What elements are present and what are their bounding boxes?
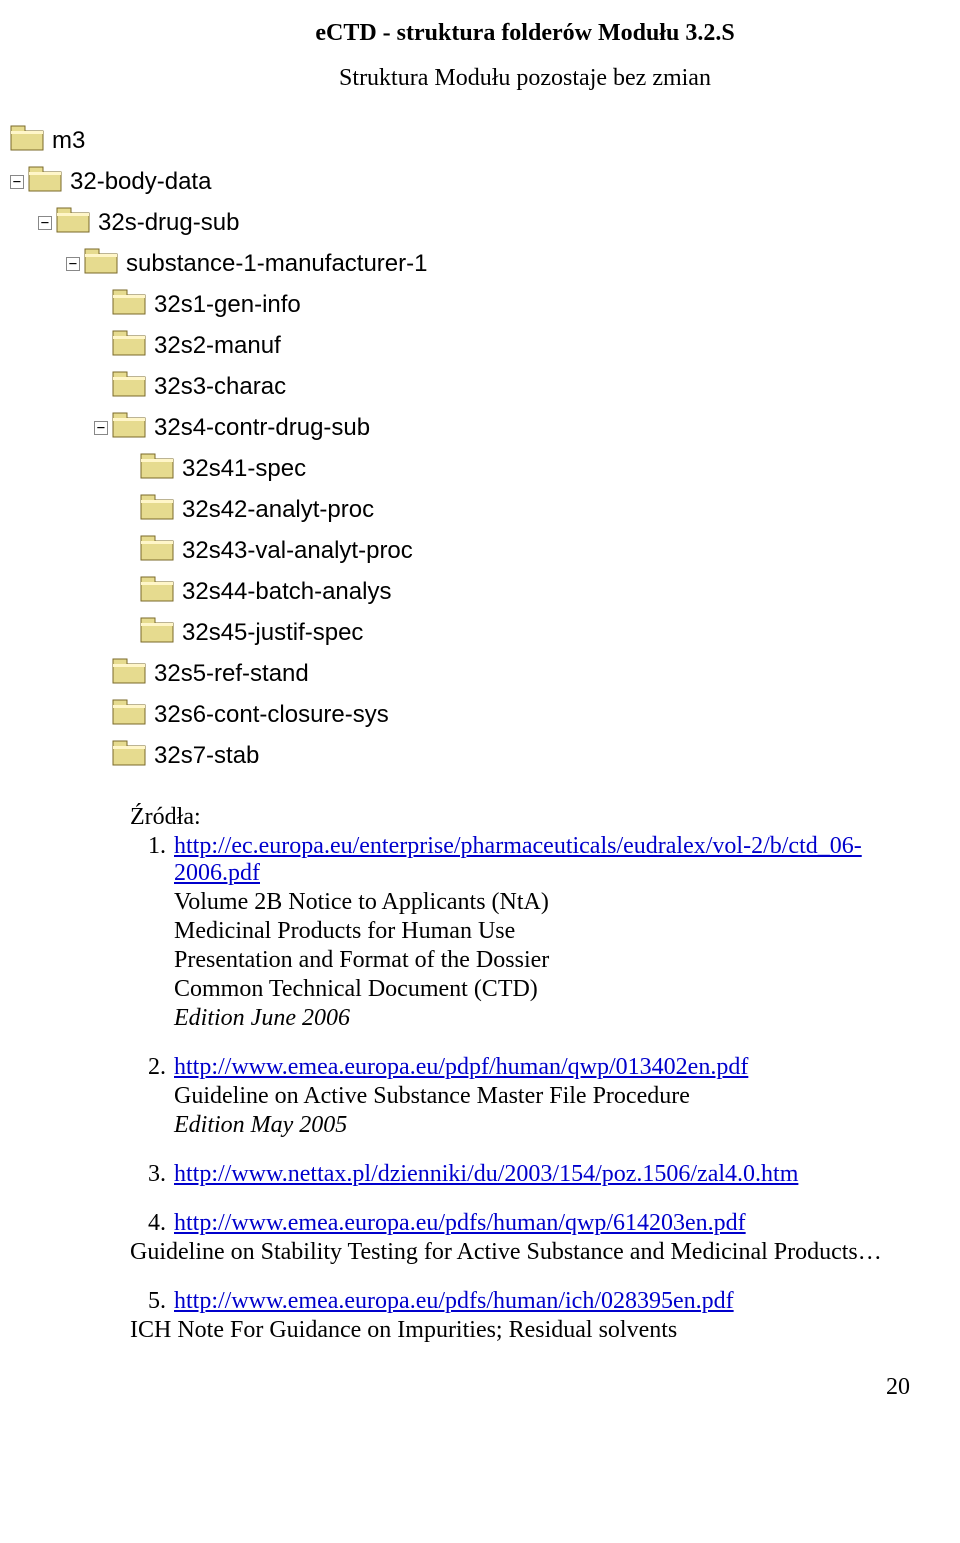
folder-icon <box>28 164 70 199</box>
reference-text: Medicinal Products for Human Use <box>174 918 920 945</box>
folder-tree: m3 − 32-body-data − 32s-drug-sub − substance-1… <box>0 120 530 776</box>
sources-heading: Źródła: <box>130 804 920 831</box>
tree-node: 32s44-batch-analys <box>10 571 530 612</box>
folder-icon <box>112 328 154 363</box>
tree-node: 32s42-analyt-proc <box>10 489 530 530</box>
tree-node-label: 32s5-ref-stand <box>154 660 309 688</box>
page-title: eCTD - struktura folderów Modułu 3.2.S <box>130 20 920 47</box>
folder-icon <box>140 615 182 650</box>
tree-node: − 32s4-contr-drug-sub <box>10 407 530 448</box>
tree-node-label: 32s2-manuf <box>154 332 281 360</box>
tree-node-label: 32s45-justif-spec <box>182 619 363 647</box>
folder-icon <box>112 697 154 732</box>
tree-node: 32s7-stab <box>10 735 530 776</box>
tree-node-label: 32s7-stab <box>154 742 259 770</box>
reference-link[interactable]: http://www.emea.europa.eu/pdfs/human/ich… <box>174 1288 734 1314</box>
tree-node: 32s1-gen-info <box>10 284 530 325</box>
reference-number: 1. <box>130 833 174 887</box>
folder-icon <box>112 410 154 445</box>
folder-icon <box>140 574 182 609</box>
tree-node-label: 32s6-cont-closure-sys <box>154 701 389 729</box>
tree-node: 32s41-spec <box>10 448 530 489</box>
reference-number: 2. <box>130 1054 174 1081</box>
tree-node: m3 <box>10 120 530 161</box>
page-subtitle: Struktura Modułu pozostaje bez zmian <box>130 65 920 92</box>
page-number: 20 <box>130 1374 920 1401</box>
reference-link[interactable]: http://www.emea.europa.eu/pdfs/human/qwp… <box>174 1210 746 1236</box>
tree-node-label: 32s41-spec <box>182 455 306 483</box>
tree-node: − substance-1-manufacturer-1 <box>10 243 530 284</box>
folder-icon <box>56 205 98 240</box>
tree-node-label: 32s-drug-sub <box>98 209 239 237</box>
folder-icon <box>10 123 52 158</box>
reference-description: Guideline on Stability Testing for Activ… <box>130 1239 920 1266</box>
reference-description: ICH Note For Guidance on Impurities; Res… <box>130 1317 920 1344</box>
tree-node: 32s45-justif-spec <box>10 612 530 653</box>
folder-icon <box>112 369 154 404</box>
reference-text: Volume 2B Notice to Applicants (NtA) <box>174 889 920 916</box>
reference-link[interactable]: http://www.nettax.pl/dzienniki/du/2003/1… <box>174 1161 798 1187</box>
reference-item: 4.http://www.emea.europa.eu/pdfs/human/q… <box>130 1210 920 1266</box>
reference-link[interactable]: http://ec.europa.eu/enterprise/pharmaceu… <box>174 833 862 886</box>
tree-node-label: m3 <box>52 127 85 155</box>
tree-node-label: 32-body-data <box>70 168 211 196</box>
tree-node: 32s2-manuf <box>10 325 530 366</box>
folder-icon <box>140 533 182 568</box>
folder-icon <box>112 287 154 322</box>
tree-node-label: 32s42-analyt-proc <box>182 496 374 524</box>
reference-number: 5. <box>130 1288 174 1315</box>
tree-node-label: 32s44-batch-analys <box>182 578 391 606</box>
reference-text: Guideline on Active Substance Master Fil… <box>174 1083 920 1110</box>
tree-node: − 32-body-data <box>10 161 530 202</box>
tree-expander-icon[interactable]: − <box>38 216 52 230</box>
folder-icon <box>140 451 182 486</box>
tree-node-label: 32s1-gen-info <box>154 291 301 319</box>
tree-node-label: 32s43-val-analyt-proc <box>182 537 413 565</box>
reference-item: 3.http://www.nettax.pl/dzienniki/du/2003… <box>130 1161 920 1188</box>
reference-edition: Edition May 2005 <box>174 1112 920 1139</box>
tree-node: 32s43-val-analyt-proc <box>10 530 530 571</box>
reference-number: 4. <box>130 1210 174 1237</box>
tree-node: 32s5-ref-stand <box>10 653 530 694</box>
tree-node: − 32s-drug-sub <box>10 202 530 243</box>
tree-expander-icon[interactable]: − <box>94 421 108 435</box>
folder-icon <box>140 492 182 527</box>
tree-expander-icon[interactable]: − <box>10 175 24 189</box>
tree-node-label: 32s4-contr-drug-sub <box>154 414 370 442</box>
reference-text: Common Technical Document (CTD) <box>174 976 920 1003</box>
folder-icon <box>112 738 154 773</box>
tree-node-label: substance-1-manufacturer-1 <box>126 250 427 278</box>
reference-item: 2.http://www.emea.europa.eu/pdpf/human/q… <box>130 1054 920 1139</box>
tree-node: 32s3-charac <box>10 366 530 407</box>
folder-icon <box>112 656 154 691</box>
reference-link[interactable]: http://www.emea.europa.eu/pdpf/human/qwp… <box>174 1054 748 1080</box>
reference-edition: Edition June 2006 <box>174 1005 920 1032</box>
reference-number: 3. <box>130 1161 174 1188</box>
reference-text: Presentation and Format of the Dossier <box>174 947 920 974</box>
reference-item: 5.http://www.emea.europa.eu/pdfs/human/i… <box>130 1288 920 1344</box>
tree-node-label: 32s3-charac <box>154 373 286 401</box>
tree-node: 32s6-cont-closure-sys <box>10 694 530 735</box>
sources-section: Źródła: 1.http://ec.europa.eu/enterprise… <box>130 804 920 1344</box>
reference-item: 1.http://ec.europa.eu/enterprise/pharmac… <box>130 833 920 1032</box>
folder-icon <box>84 246 126 281</box>
tree-expander-icon[interactable]: − <box>66 257 80 271</box>
